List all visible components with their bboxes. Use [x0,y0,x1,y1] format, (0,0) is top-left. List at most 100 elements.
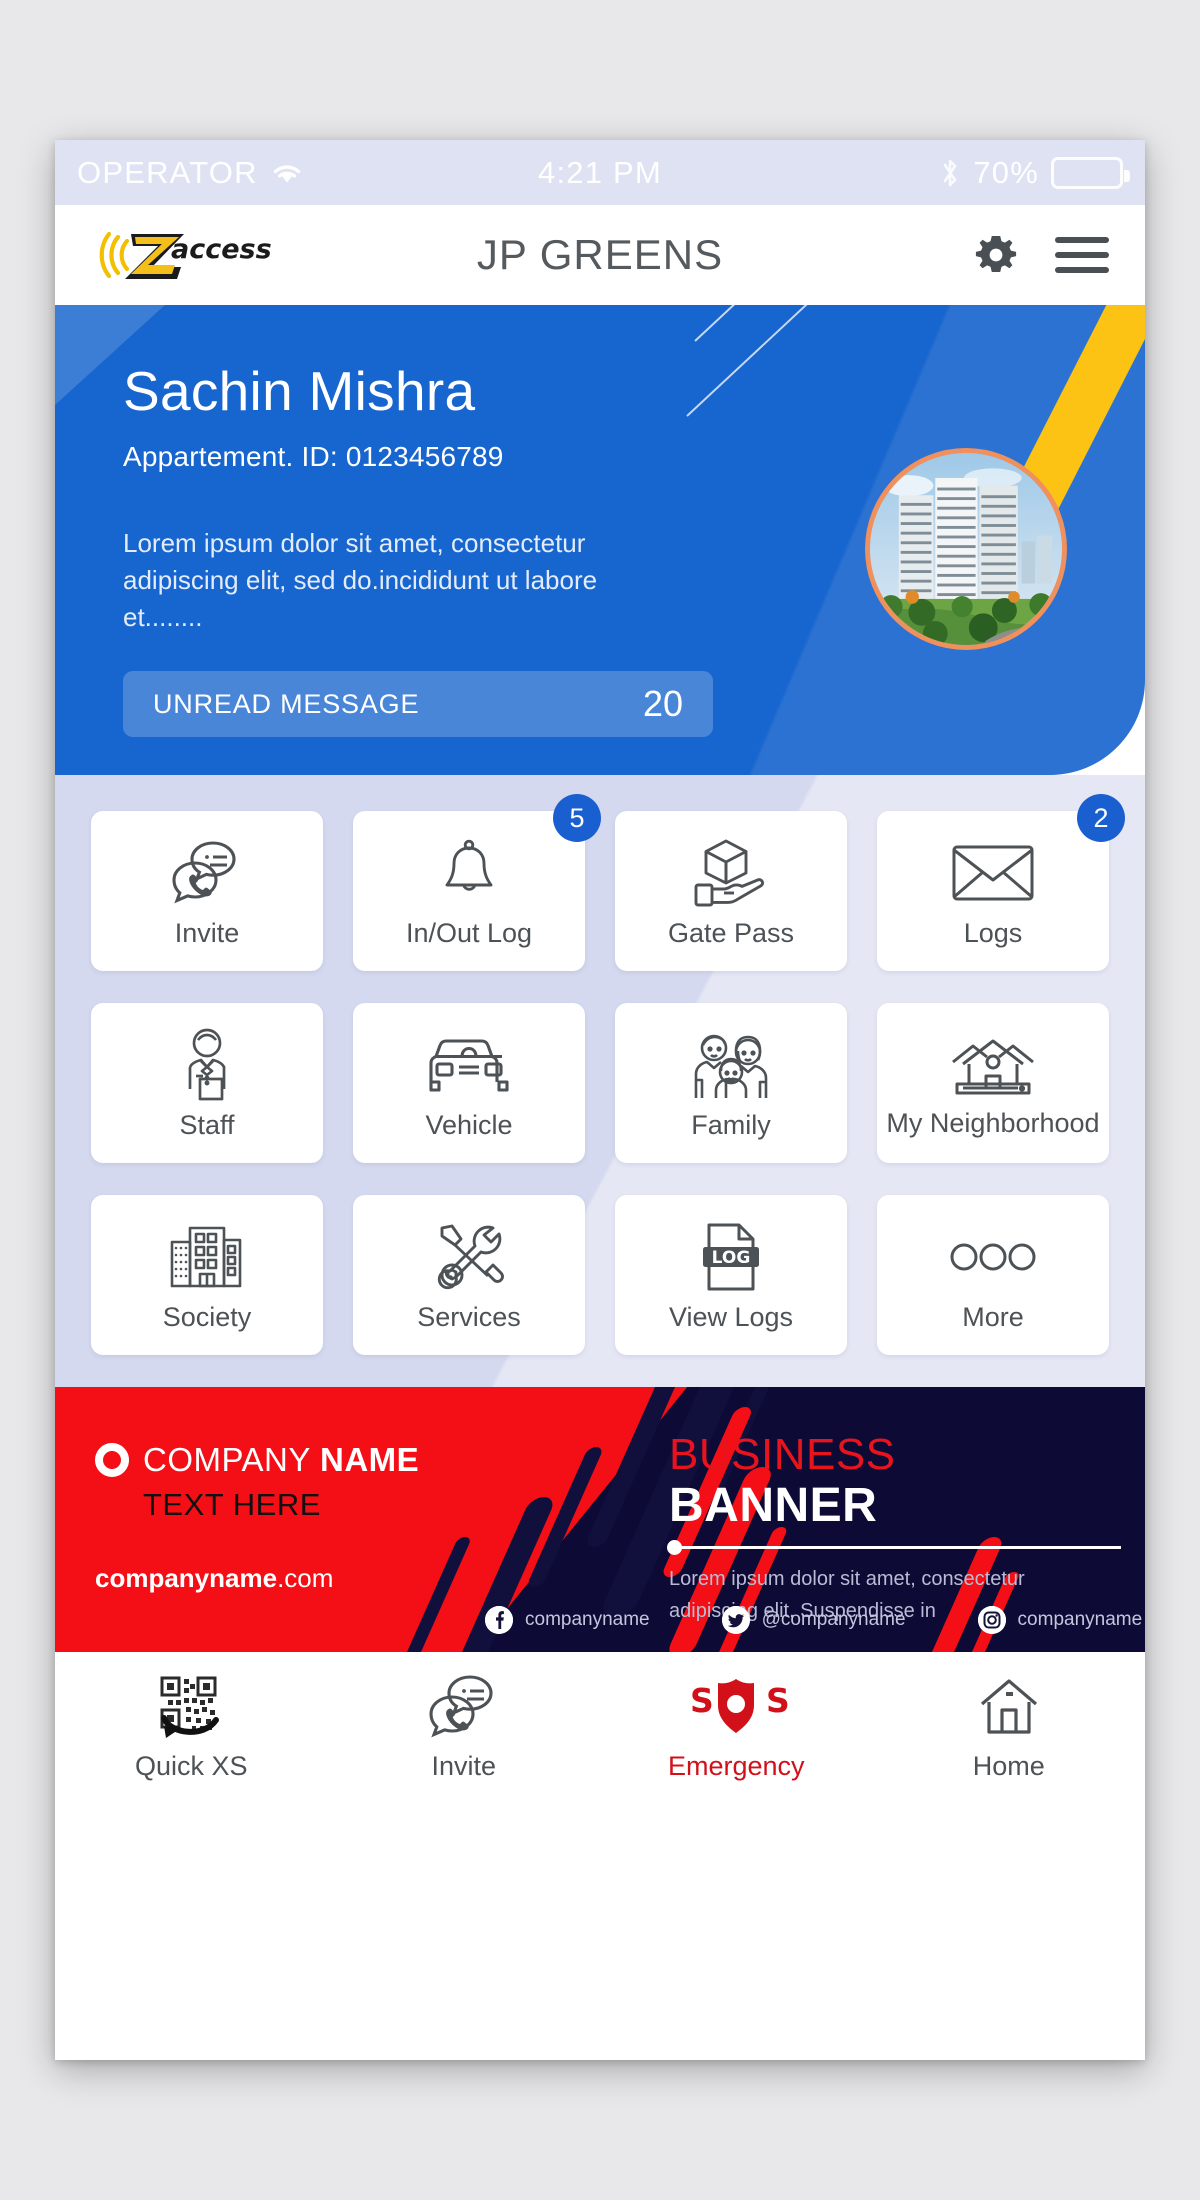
notification-badge: 5 [553,794,601,842]
nav-item-home[interactable]: Home [873,1673,1146,1782]
profile-card: Sachin Mishra Appartement. ID: 012345678… [55,305,1145,775]
menu-tile-label: Logs [963,917,1023,948]
chat-call-icon [169,834,245,912]
menu-tile-logs[interactable]: Logs 2 [877,794,1125,971]
qr-scan-icon [156,1673,226,1741]
company-name-light: COMPANY [143,1441,320,1478]
menu-tile-label: Gate Pass [667,917,795,948]
nav-item-invite[interactable]: Invite [328,1673,601,1782]
car-icon [424,1026,514,1104]
svg-text:access: access [171,234,272,265]
facebook-icon [485,1606,513,1634]
menu-tile-label: More [962,1301,1024,1332]
svg-text:LOG: LOG [712,1248,751,1268]
company-name: COMPANY NAME [143,1441,419,1479]
menu-tile-vehicle[interactable]: Vehicle [353,1003,585,1163]
banner-subtext: TEXT HERE [143,1487,321,1522]
chat-call-icon [426,1673,502,1741]
advertisement-banner[interactable]: COMPANY NAME TEXT HERE companyname.com B… [55,1387,1145,1652]
page-title: JP GREENS [476,231,724,278]
phone-screen: OPERATOR 4:21 PM 70% access JP GREENS Sa… [55,140,1145,2060]
unread-message-count: 20 [642,683,683,725]
banner-divider [667,1539,1121,1555]
menu-grid-area: Invite In/Out Log 5 Gate Pass Logs 2 Staff Vehi… [55,775,1145,1387]
battery-icon [1050,156,1130,189]
company-name-bold: NAME [319,1441,420,1478]
status-bar: OPERATOR 4:21 PM 70% [55,140,1145,205]
menu-tile-label: Services [417,1301,521,1332]
svg-text:S: S [690,1681,714,1720]
houses-icon [949,1028,1037,1106]
social-handle: @companyname [761,1609,906,1630]
social-handle: companyname [525,1609,650,1630]
company-website[interactable]: companyname.com [95,1563,333,1594]
nav-item-quick-xs[interactable]: Quick XS [55,1673,328,1782]
home-icon [978,1673,1040,1741]
notification-badge: 2 [1077,794,1125,842]
banner-headline-block: BUSINESS BANNER Lorem ipsum dolor sit am… [667,1430,1145,1627]
three-circles-icon [950,1218,1036,1296]
social-link-facebook[interactable]: companyname [485,1606,650,1634]
unread-message-bar[interactable]: UNREAD MESSAGE 20 [123,671,713,738]
status-bar-right: 70% [731,155,1145,191]
menu-tile-staff[interactable]: Staff [91,1003,323,1163]
carrier-label: OPERATOR [77,154,258,190]
twitter-icon [721,1606,750,1634]
menu-tile-view-logs[interactable]: LOG View Logs [615,1195,847,1355]
battery-percent-label: 70% [973,154,1039,190]
menu-tile-my-neighborhood[interactable]: My Neighborhood [877,1003,1109,1163]
unread-message-label: UNREAD MESSAGE [153,688,420,719]
bottom-navigation-bar: Quick XS Invite S S Emergency Home [55,1652,1145,1802]
staff-person-icon [174,1026,240,1104]
social-link-instagram[interactable]: companyname [977,1606,1143,1634]
bluetooth-icon [939,156,961,190]
menu-grid: Invite In/Out Log 5 Gate Pass Logs 2 Staff Vehi… [91,794,1125,1355]
company-website-name: companyname [95,1563,278,1593]
menu-tile-label: My Neighborhood [886,1107,1100,1138]
log-file-icon: LOG [699,1218,763,1296]
menu-tile-society[interactable]: Society [91,1195,323,1355]
social-handle: companyname [1017,1609,1143,1630]
hamburger-menu-icon[interactable] [1053,233,1111,277]
wrench-screwdriver-icon [430,1218,508,1296]
banner-headline-top: BUSINESS [669,1430,896,1479]
menu-tile-family[interactable]: Family [615,1003,847,1163]
avatar[interactable] [865,448,1067,650]
menu-tile-gate-pass[interactable]: Gate Pass [615,811,847,971]
user-name: Sachin Mishra [123,360,476,422]
zaccess-logo[interactable]: access [89,224,299,286]
social-link-twitter[interactable]: @companyname [721,1606,906,1634]
app-bar: access JP GREENS [55,205,1145,305]
menu-tile-label: In/Out Log [405,917,533,948]
nav-item-label: Emergency [667,1750,805,1781]
sos-shield-icon: SS [682,1673,790,1741]
wifi-icon [270,160,304,186]
buildings-icon [164,1218,250,1296]
nav-item-label: Invite [431,1750,497,1781]
bell-icon [433,834,505,912]
family-icon [688,1026,774,1104]
app-bar-actions [901,232,1111,278]
gear-icon[interactable] [973,232,1019,278]
banner-social-links: companyname @companyname companyname [485,1606,1142,1634]
nav-item-emergency[interactable]: S S Emergency [600,1673,873,1782]
banner-headline-bottom: BANNER [669,1479,878,1532]
company-website-tld: .com [277,1563,334,1593]
menu-tile-services[interactable]: Services [353,1195,585,1355]
menu-tile-label: Invite [174,917,240,948]
menu-tile-label: Vehicle [425,1109,513,1140]
menu-tile-in-out-log[interactable]: In/Out Log 5 [353,794,601,971]
nav-item-label: Home [972,1750,1045,1781]
svg-text:S: S [766,1681,790,1720]
package-hand-icon [690,834,772,912]
menu-tile-label: Society [162,1301,252,1332]
menu-tile-label: Staff [179,1109,235,1140]
menu-tile-label: View Logs [668,1301,794,1332]
menu-tile-more[interactable]: More [877,1195,1109,1355]
status-bar-left: OPERATOR [55,155,469,191]
banner-company-block: COMPANY NAME TEXT HERE [95,1441,419,1523]
ring-logo-icon [95,1443,129,1477]
menu-tile-invite[interactable]: Invite [91,811,323,971]
instagram-icon [977,1606,1006,1634]
envelope-icon [951,834,1035,912]
